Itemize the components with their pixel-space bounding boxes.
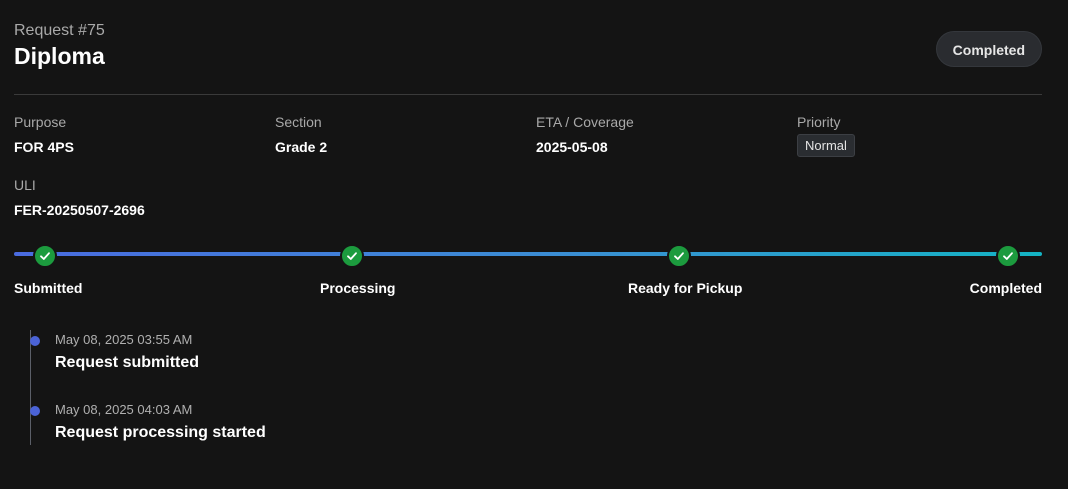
timeline-event-time: May 08, 2025 03:55 AM bbox=[55, 332, 193, 347]
eta-field: ETA / Coverage 2025-05-08 bbox=[536, 114, 634, 155]
timeline-dot bbox=[30, 336, 40, 346]
step-submitted-label: Submitted bbox=[14, 280, 83, 296]
section-field: Section Grade 2 bbox=[275, 114, 327, 155]
purpose-field: Purpose FOR 4PS bbox=[14, 114, 74, 155]
check-icon bbox=[40, 252, 50, 260]
eta-label: ETA / Coverage bbox=[536, 114, 634, 130]
section-value: Grade 2 bbox=[275, 139, 328, 155]
step-processing-label: Processing bbox=[320, 280, 396, 296]
check-icon bbox=[347, 252, 357, 260]
step-submitted-marker bbox=[33, 244, 57, 268]
request-detail-card: Request #75 Diploma Completed Purpose FO… bbox=[14, 0, 1042, 489]
step-ready-marker bbox=[667, 244, 691, 268]
timeline-event-title: Request submitted bbox=[55, 354, 200, 371]
priority-badge: Normal bbox=[797, 134, 855, 157]
uli-field: ULI FER-20250507-2696 bbox=[14, 177, 145, 218]
timeline-event-title: Request processing started bbox=[55, 424, 266, 441]
request-title: Diploma bbox=[14, 43, 105, 69]
request-number: Request #75 bbox=[14, 22, 105, 39]
progress-track bbox=[14, 252, 1042, 256]
purpose-label: Purpose bbox=[14, 114, 67, 130]
timeline-event-time: May 08, 2025 04:03 AM bbox=[55, 402, 193, 417]
step-processing-marker bbox=[340, 244, 364, 268]
timeline-dot bbox=[30, 406, 40, 416]
step-completed-label: Completed bbox=[969, 280, 1042, 296]
uli-value: FER-20250507-2696 bbox=[14, 202, 145, 218]
step-completed-marker bbox=[996, 244, 1020, 268]
uli-label: ULI bbox=[14, 177, 36, 193]
check-icon bbox=[1003, 252, 1013, 260]
timeline-line bbox=[30, 330, 31, 445]
status-badge: Completed bbox=[935, 31, 1042, 67]
check-icon bbox=[674, 252, 684, 260]
priority-field: Priority Normal bbox=[797, 114, 855, 157]
step-ready-label: Ready for Pickup bbox=[628, 280, 743, 296]
section-label: Section bbox=[275, 114, 322, 130]
purpose-value: FOR 4PS bbox=[14, 139, 74, 155]
priority-label: Priority bbox=[797, 114, 841, 130]
header-divider bbox=[14, 94, 1042, 95]
eta-value: 2025-05-08 bbox=[536, 139, 608, 155]
